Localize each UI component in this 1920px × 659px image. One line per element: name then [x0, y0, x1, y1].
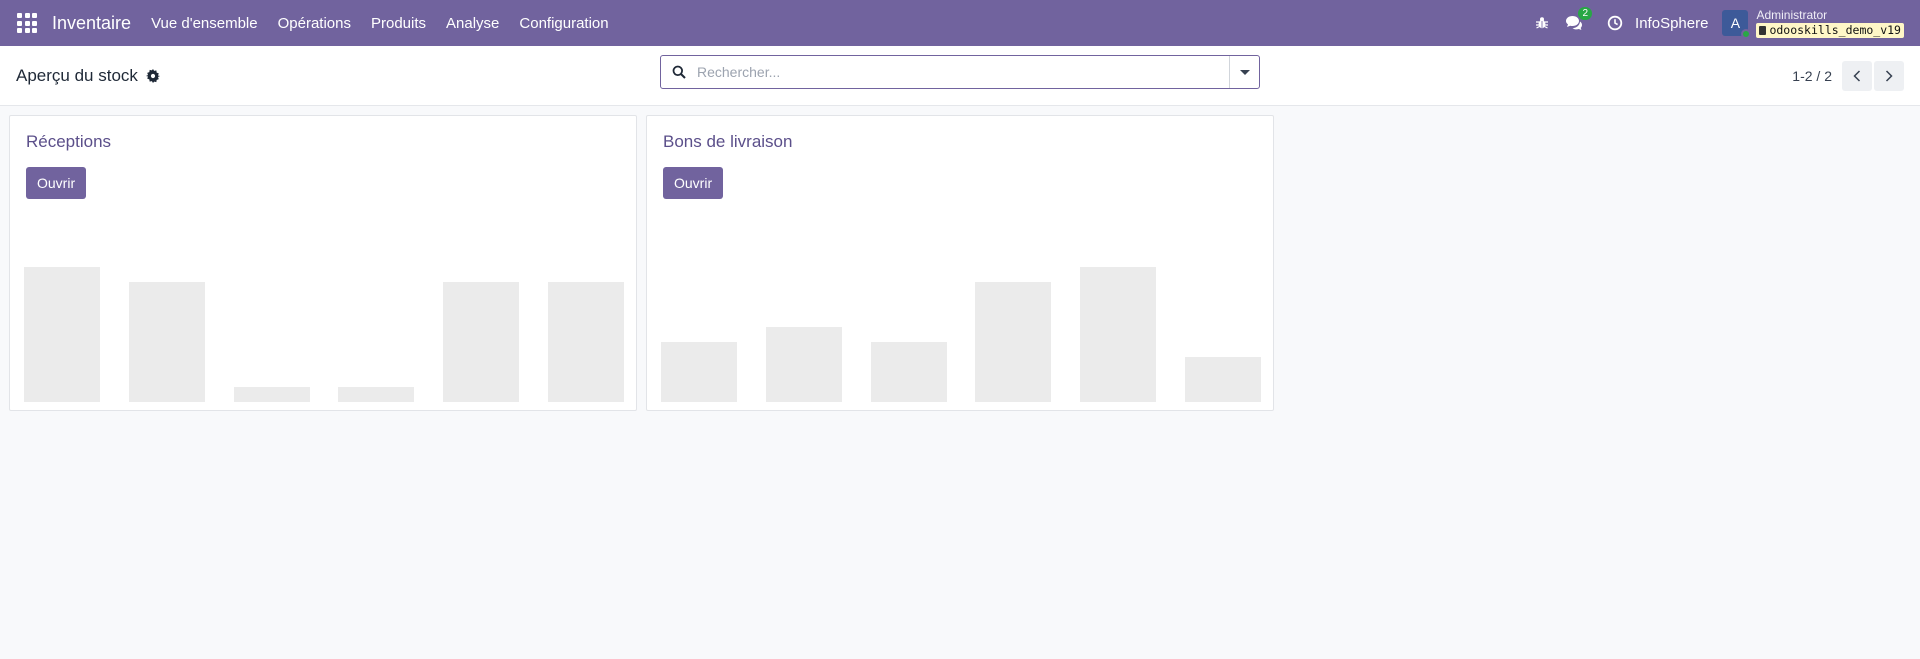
- pager-next-button[interactable]: [1874, 60, 1904, 91]
- menu-item-analysis[interactable]: Analyse: [446, 15, 499, 32]
- card-graph: [661, 252, 1261, 402]
- user-name: Administrator: [1756, 7, 1828, 22]
- graph-bar: [128, 282, 205, 402]
- pager-value[interactable]: 1-2 / 2: [1792, 68, 1832, 84]
- messages-count-badge: 2: [1578, 7, 1593, 20]
- gear-icon[interactable]: [145, 68, 160, 83]
- search-options-toggle[interactable]: [1229, 56, 1259, 88]
- graph-bar: [338, 387, 415, 402]
- graph-bar: [765, 327, 842, 402]
- graph-bar: [661, 342, 737, 402]
- graph-bar: [24, 267, 100, 402]
- database-badge: odooskills_demo_v19: [1756, 22, 1904, 38]
- graph-bar: [1185, 357, 1261, 402]
- control-panel: Aperçu du stock 1-2 / 2: [0, 46, 1920, 106]
- messages-chat-icon[interactable]: 2: [1565, 7, 1593, 31]
- card-title[interactable]: Réceptions: [26, 132, 111, 152]
- open-button[interactable]: Ouvrir: [663, 167, 724, 199]
- app-brand[interactable]: Inventaire: [52, 13, 131, 34]
- graph-bar: [548, 282, 624, 402]
- graph-bar: [975, 282, 1052, 402]
- chevron-right-icon: [1885, 69, 1893, 82]
- card-graph: [24, 252, 624, 402]
- top-navbar: Inventaire Vue d'ensemble Opérations Pro…: [0, 0, 1920, 46]
- avatar: A: [1722, 10, 1752, 39]
- operation-card-receipts: Réceptions Ouvrir: [9, 115, 637, 411]
- search-icon: [661, 65, 697, 79]
- graph-bar: [233, 387, 310, 402]
- graph-bar: [1080, 267, 1157, 402]
- kanban-view: Réceptions Ouvrir Bons de livraison Ouvr…: [0, 106, 1920, 411]
- user-menu[interactable]: A Administrator odooskills_demo_v19: [1722, 7, 1904, 39]
- pager: 1-2 / 2: [1792, 60, 1904, 91]
- card-title[interactable]: Bons de livraison: [663, 132, 792, 152]
- apps-grid-icon[interactable]: [16, 12, 38, 34]
- online-status-icon: [1741, 29, 1752, 39]
- company-switcher[interactable]: InfoSphere: [1635, 15, 1708, 32]
- graph-bar: [870, 342, 947, 402]
- chevron-left-icon: [1853, 69, 1861, 82]
- menu-item-configuration[interactable]: Configuration: [519, 15, 608, 32]
- page-title: Aperçu du stock: [16, 66, 160, 86]
- search-input[interactable]: [697, 56, 1229, 88]
- menu-item-overview[interactable]: Vue d'ensemble: [151, 15, 258, 32]
- avatar-initial: A: [1730, 15, 1741, 31]
- menu-item-products[interactable]: Produits: [371, 15, 426, 32]
- open-button[interactable]: Ouvrir: [26, 167, 87, 199]
- activity-clock-icon[interactable]: [1607, 15, 1623, 31]
- page-title-text: Aperçu du stock: [16, 65, 138, 85]
- search-bar: [660, 55, 1260, 89]
- database-name: odooskills_demo_v19: [1769, 22, 1901, 37]
- operation-card-deliveries: Bons de livraison Ouvrir: [646, 115, 1274, 411]
- debug-bug-icon[interactable]: [1535, 16, 1549, 30]
- menu-item-operations[interactable]: Opérations: [278, 15, 351, 32]
- pager-previous-button[interactable]: [1842, 60, 1872, 91]
- database-icon: [1759, 25, 1767, 35]
- caret-down-icon: [1239, 69, 1250, 75]
- graph-bar: [443, 282, 520, 402]
